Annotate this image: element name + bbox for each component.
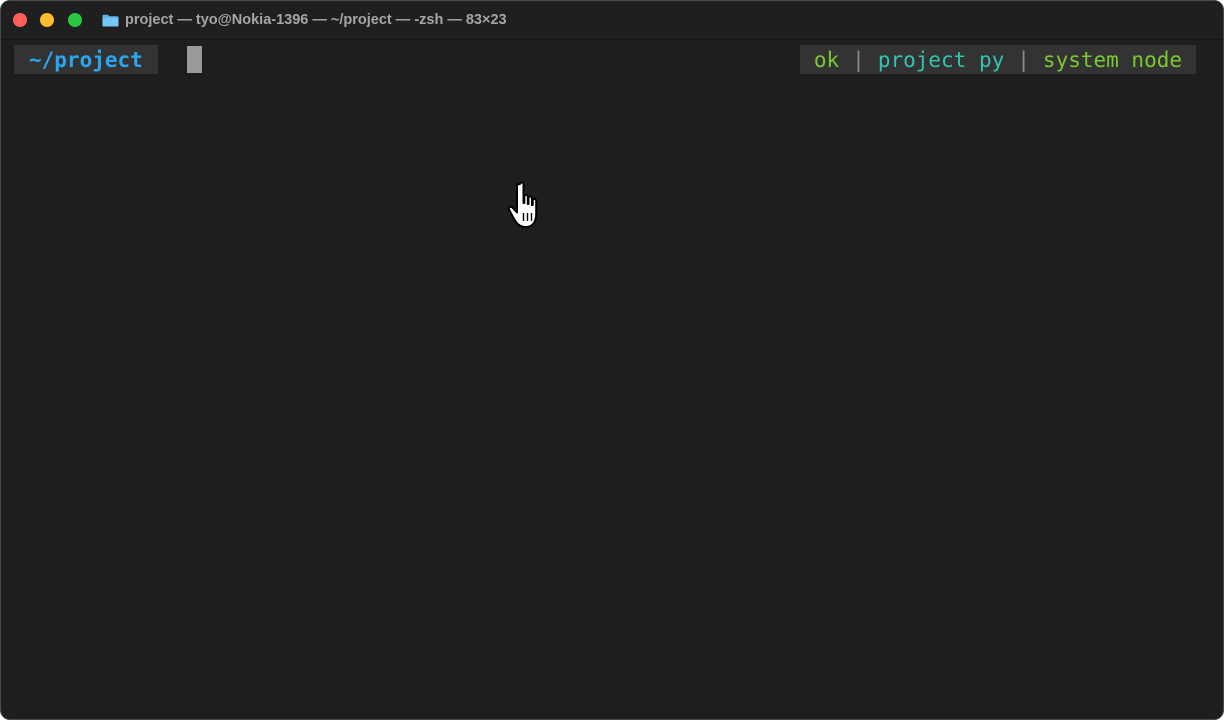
hand-pointer-icon (507, 181, 538, 228)
close-button[interactable] (13, 13, 27, 27)
folder-icon (102, 14, 119, 26)
zoom-button[interactable] (68, 13, 82, 27)
window-title-group: project — tyo@Nokia-1396 — ~/project — -… (102, 11, 507, 29)
minimize-button[interactable] (40, 13, 54, 27)
terminal-content[interactable]: ~/project ok | project py | system node (1, 40, 1223, 719)
prompt-path: ~/project (29, 47, 143, 72)
prompt-path-segment: ~/project (14, 45, 158, 74)
separator: | (1017, 47, 1030, 72)
window-title: project — tyo@Nokia-1396 — ~/project — -… (125, 12, 507, 28)
title-bar[interactable]: project — tyo@Nokia-1396 — ~/project — -… (1, 1, 1223, 40)
node-env: system node (1042, 47, 1182, 72)
separator: | (852, 47, 865, 72)
status-ok: ok (813, 47, 840, 72)
right-prompt: ok | project py | system node (799, 45, 1196, 74)
text-cursor (187, 46, 202, 73)
terminal-window: project — tyo@Nokia-1396 — ~/project — -… (0, 0, 1224, 720)
python-env: project py (877, 47, 1005, 72)
